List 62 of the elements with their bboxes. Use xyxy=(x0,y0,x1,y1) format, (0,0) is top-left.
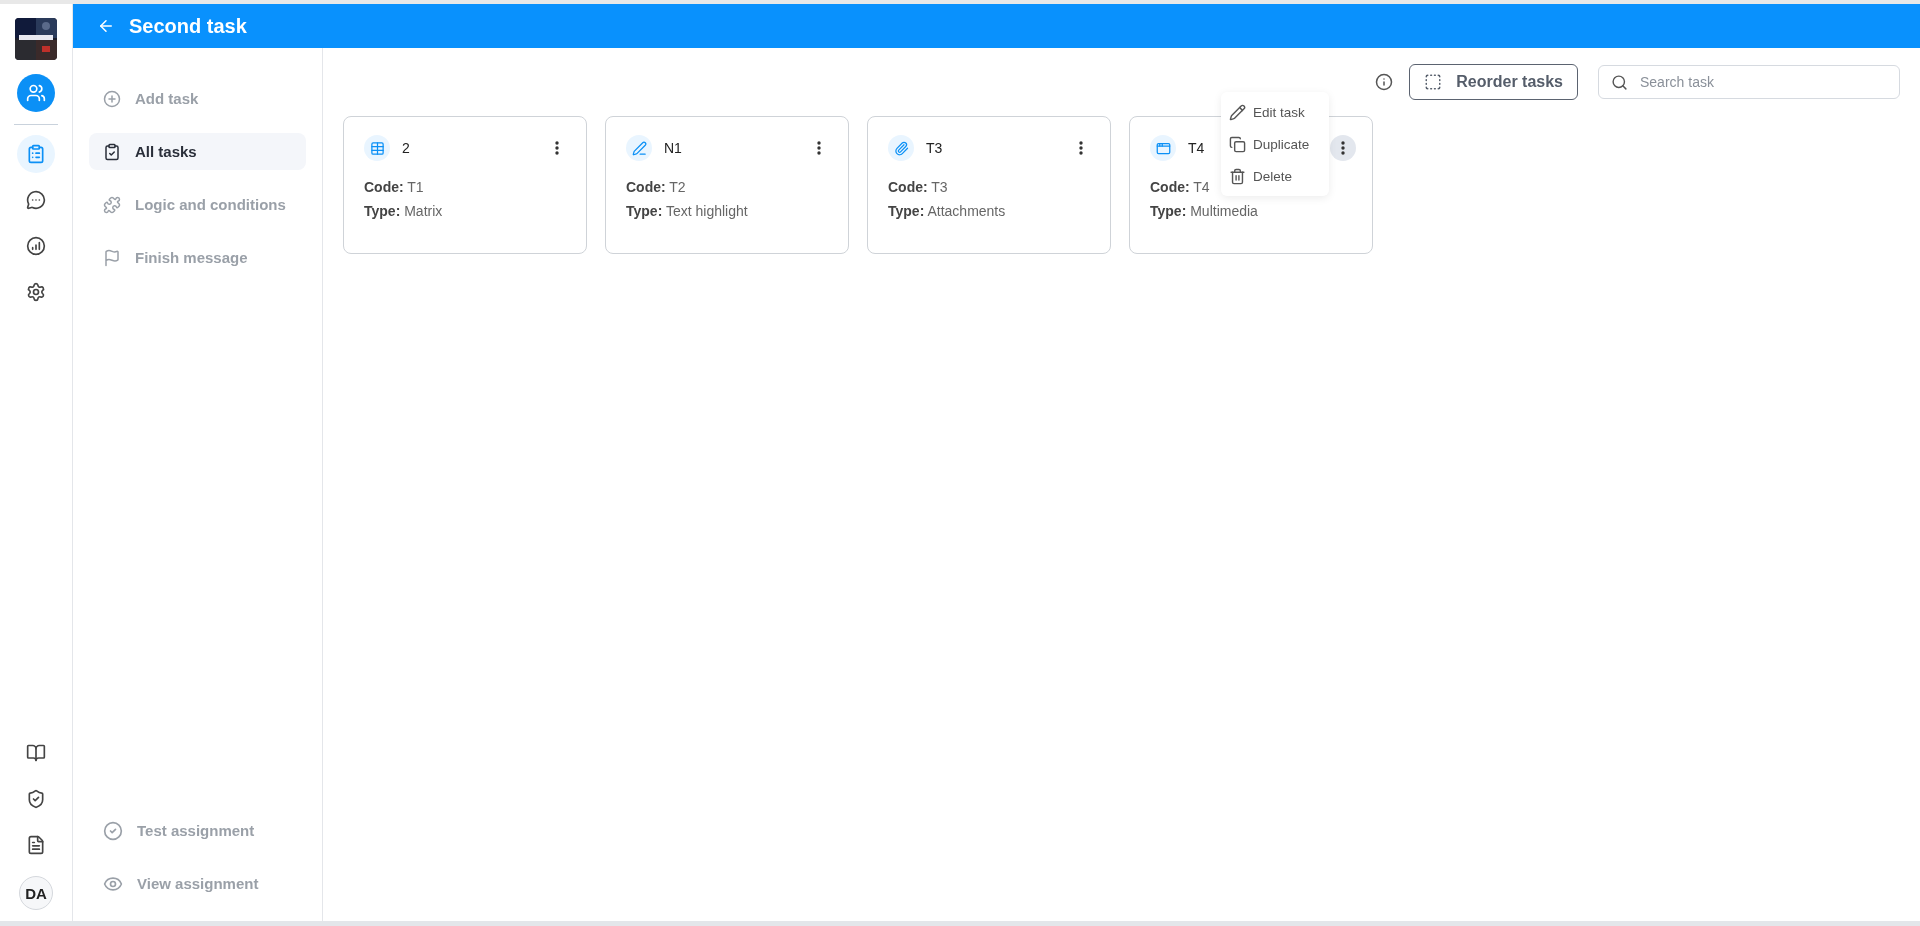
paperclip-icon xyxy=(888,135,914,161)
more-icon xyxy=(1341,141,1345,155)
clipboard-check-icon xyxy=(103,142,121,161)
shield-icon xyxy=(26,789,46,809)
reorder-button[interactable]: Reorder tasks xyxy=(1409,64,1578,100)
sidebar-label: View assignment xyxy=(137,875,259,892)
card-type: Type: Text highlight xyxy=(626,203,748,219)
avatar[interactable]: DA xyxy=(19,876,53,910)
chart-icon xyxy=(26,236,46,256)
card-code: Code: T1 xyxy=(364,179,424,195)
card-code: Code: T4 xyxy=(1150,179,1210,195)
menu-item[interactable]: Duplicate xyxy=(1221,128,1329,160)
page-title: Second task xyxy=(129,14,247,38)
sidebar-label: Test assignment xyxy=(137,822,255,839)
task-card[interactable]: 2 Code: T1 Type: Matrix xyxy=(343,116,587,254)
menu-item[interactable]: Delete xyxy=(1221,160,1329,192)
menu-label: Duplicate xyxy=(1253,136,1310,152)
card-title: T4 xyxy=(1188,140,1205,156)
pencil-icon xyxy=(1229,103,1246,121)
menu-label: Delete xyxy=(1253,168,1293,184)
back-icon[interactable] xyxy=(97,17,115,35)
menu-item[interactable]: Edit task xyxy=(1221,96,1329,128)
sidebar-label: Add task xyxy=(135,90,199,107)
sidebar-label: Finish message xyxy=(135,249,248,266)
users-icon xyxy=(26,83,46,103)
more-button[interactable] xyxy=(1330,135,1356,161)
pen-icon xyxy=(626,135,652,161)
table-icon xyxy=(364,135,390,161)
sidebar-item[interactable]: All tasks xyxy=(89,133,306,170)
card-title: N1 xyxy=(664,140,682,156)
trash-icon xyxy=(1229,167,1246,185)
search-field[interactable]: Search task xyxy=(1598,65,1900,99)
card-type: Type: Matrix xyxy=(364,203,443,219)
window-icon xyxy=(1150,135,1176,161)
clipboard-icon xyxy=(26,144,46,164)
card-title: T3 xyxy=(926,140,943,156)
book-icon xyxy=(26,743,46,763)
sidebar-label: Logic and conditions xyxy=(135,196,286,213)
search-icon xyxy=(1611,73,1628,91)
document-icon xyxy=(26,835,46,855)
more-icon xyxy=(555,141,559,155)
scrollbar[interactable] xyxy=(0,921,1920,926)
card-code: Code: T2 xyxy=(626,179,686,195)
card-type: Type: Multimedia xyxy=(1150,203,1258,219)
chat-icon xyxy=(26,190,46,210)
add-icon xyxy=(103,89,121,108)
card-title: 2 xyxy=(402,140,410,156)
copy-icon xyxy=(1229,135,1246,153)
flag-icon xyxy=(103,248,121,267)
card-type: Type: Attachments xyxy=(888,203,1006,219)
task-card[interactable]: N1 Code: T2 Type: Text highlight xyxy=(605,116,849,254)
puzzle-icon xyxy=(103,195,121,214)
settings-icon xyxy=(26,282,46,302)
card-code: Code: T3 xyxy=(888,179,948,195)
task-card[interactable]: T3 Code: T3 Type: Attachments xyxy=(867,116,1111,254)
menu-label: Edit task xyxy=(1253,104,1305,120)
info-icon[interactable] xyxy=(1375,73,1394,91)
sidebar-label: All tasks xyxy=(135,143,197,160)
more-icon xyxy=(1079,141,1083,155)
check-circle-icon xyxy=(103,820,123,841)
more-icon xyxy=(817,141,821,155)
reorder-icon xyxy=(1424,73,1443,91)
